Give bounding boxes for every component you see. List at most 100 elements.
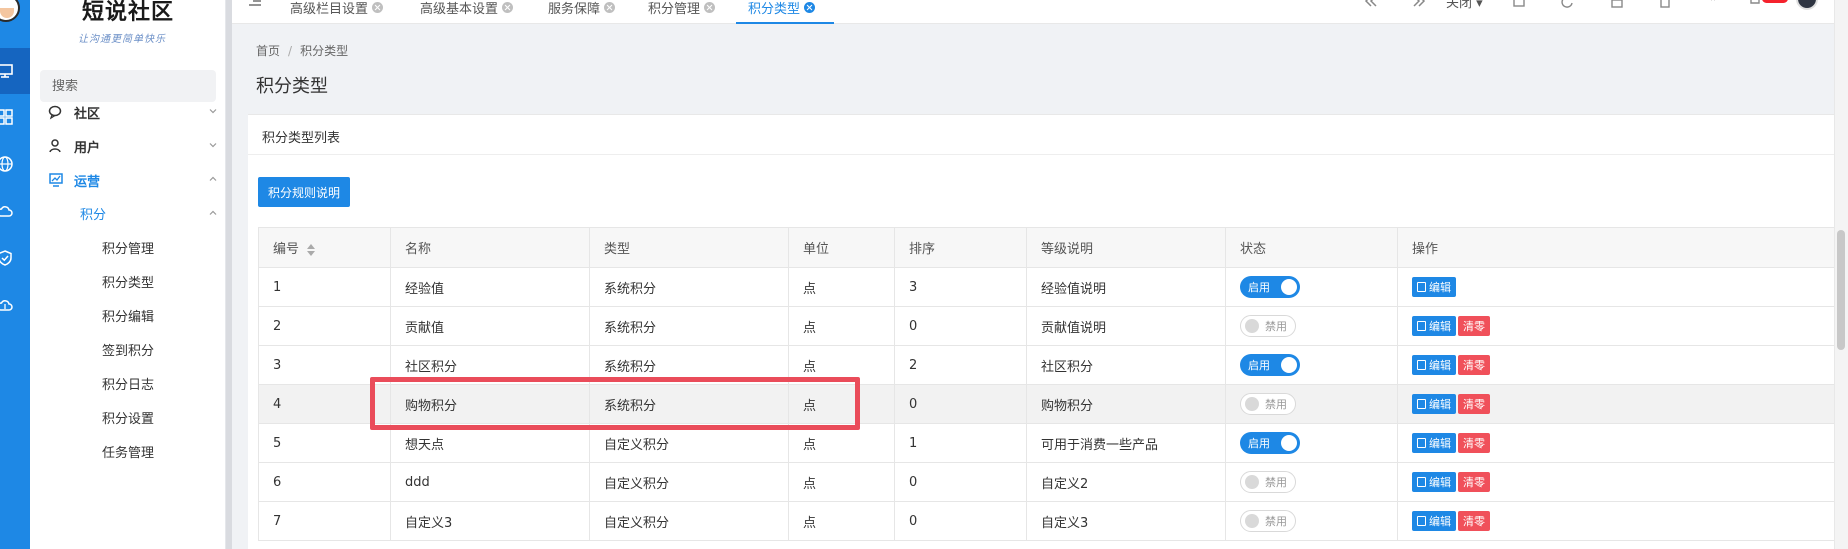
edit-button[interactable]: 编辑	[1412, 472, 1456, 492]
edit-button[interactable]: 编辑	[1412, 394, 1456, 414]
status-toggle[interactable]: 启用	[1240, 354, 1300, 376]
col-header-level-desc: 等级说明	[1026, 227, 1226, 268]
col-header-name: 名称	[390, 227, 590, 268]
cloud-icon[interactable]	[0, 188, 30, 234]
clear-button[interactable]: 清零	[1458, 355, 1490, 375]
status-toggle[interactable]: 禁用	[1240, 510, 1296, 532]
edit-button[interactable]: 编辑	[1412, 277, 1456, 297]
points-rules-button[interactable]: 积分规则说明	[258, 177, 350, 207]
monitor-icon[interactable]	[0, 48, 30, 94]
breadcrumb-current: 积分类型	[300, 44, 349, 58]
tab-advanced-column-settings[interactable]: 高级栏目设置	[290, 0, 384, 22]
scrollbar-thumb[interactable]	[1837, 230, 1845, 350]
sidebar-leaf-task-manage[interactable]: 任务管理	[102, 436, 154, 466]
table-row: 4 购物积分 系统积分点 0 购物积分 禁用 编辑 清零	[258, 384, 1848, 424]
sidebar-leaf-checkin-points[interactable]: 签到积分	[102, 334, 154, 364]
shield-icon[interactable]	[0, 235, 30, 281]
status-toggle[interactable]: 启用	[1240, 432, 1300, 454]
table-body: 1 经验值 系统积分点 3 经验值说明 启用 编辑 2 贡献值 系统积分点 0 贡献值说明 禁用 编辑 清零…	[258, 267, 1848, 541]
close-icon[interactable]	[704, 1, 716, 13]
toggle-label: 禁用	[1265, 398, 1287, 411]
cell-id: 2	[258, 306, 391, 346]
toggle-knob	[1281, 279, 1297, 295]
cell-level-desc: 购物积分	[1026, 384, 1226, 424]
close-tabs-dropdown[interactable]: 关闭 ▾	[1446, 0, 1483, 11]
edit-icon	[1417, 360, 1426, 370]
clear-button[interactable]: 清零	[1458, 394, 1490, 414]
panel-header: 积分类型列表	[248, 115, 1848, 155]
edit-icon	[1417, 399, 1426, 409]
sidebar-leaf-points-type[interactable]: 积分类型	[102, 266, 154, 296]
clear-button[interactable]: 清零	[1458, 472, 1490, 492]
toggle-knob	[1281, 435, 1297, 451]
clear-button[interactable]: 清零	[1458, 316, 1490, 336]
scroll-left-icon[interactable]	[1364, 0, 1378, 8]
sidebar-item-community[interactable]: 社区	[48, 97, 218, 127]
sidebar-item-operations[interactable]: 运营	[48, 165, 218, 195]
close-icon[interactable]	[372, 1, 384, 13]
table-row: 5 想天点 自定义积分点 1 可用于消费一些产品 启用 编辑 清零	[258, 423, 1848, 463]
sidebar-subitem-points[interactable]: 积分	[80, 198, 217, 228]
cell-unit: 点	[788, 345, 895, 385]
close-icon[interactable]	[804, 1, 816, 13]
tab-points-manage[interactable]: 积分管理	[648, 0, 716, 22]
tab-label: 积分管理	[648, 1, 701, 17]
tab-label: 积分类型	[748, 1, 801, 17]
col-header-id[interactable]: 编号	[258, 227, 391, 268]
tab-service-guarantee[interactable]: 服务保障	[548, 0, 616, 22]
sidebar-leaf-points-log[interactable]: 积分日志	[102, 368, 154, 398]
cell-name: 想天点	[390, 423, 590, 463]
status-toggle[interactable]: 禁用	[1240, 393, 1296, 415]
mobile-icon[interactable]	[1658, 0, 1672, 8]
sidebar-item-label: 用户	[74, 140, 101, 156]
edit-button[interactable]: 编辑	[1412, 511, 1456, 531]
edit-icon	[1417, 282, 1426, 292]
cloud-sync-icon[interactable]	[0, 282, 30, 328]
cell-type: 自定义积分	[589, 501, 789, 541]
clear-button[interactable]: 清零	[1458, 511, 1490, 531]
refresh-icon[interactable]	[1560, 0, 1574, 8]
grid-icon[interactable]	[0, 94, 30, 140]
close-tabs-label: 关闭	[1446, 0, 1473, 11]
edit-button[interactable]: 编辑	[1412, 355, 1456, 375]
sidebar-leaf-points-edit[interactable]: 积分编辑	[102, 300, 154, 330]
tab-advanced-basic-settings[interactable]: 高级基本设置	[420, 0, 514, 22]
close-icon[interactable]	[604, 1, 616, 13]
status-toggle[interactable]: 禁用	[1240, 315, 1296, 337]
status-toggle[interactable]: 启用	[1240, 276, 1300, 298]
bell-icon[interactable]	[1748, 0, 1762, 8]
cell-actions: 编辑 清零	[1397, 501, 1848, 541]
edit-button[interactable]: 编辑	[1412, 316, 1456, 336]
close-icon[interactable]	[502, 1, 514, 13]
fullscreen-icon[interactable]	[1512, 0, 1526, 8]
chat-icon	[48, 105, 62, 120]
tab-points-type[interactable]: 积分类型	[748, 0, 816, 22]
avatar[interactable]	[0, 0, 20, 22]
sort-icon[interactable]	[307, 243, 316, 256]
table-row: 2 贡献值 系统积分点 0 贡献值说明 禁用 编辑 清零	[258, 306, 1848, 346]
edit-button[interactable]: 编辑	[1412, 433, 1456, 453]
cell-sort: 0	[894, 306, 1027, 346]
lock-icon[interactable]	[1610, 0, 1624, 8]
sidebar-item-users[interactable]: 用户	[48, 131, 218, 161]
globe-icon[interactable]	[0, 141, 30, 187]
sidebar-leaf-points-manage[interactable]: 积分管理	[102, 232, 154, 262]
cell-actions: 编辑 清零	[1397, 345, 1848, 385]
cell-sort: 0	[894, 501, 1027, 541]
status-toggle[interactable]: 禁用	[1240, 471, 1296, 493]
tab-label: 高级基本设置	[420, 1, 499, 17]
edit-button-label: 编辑	[1429, 476, 1451, 489]
breadcrumb-home[interactable]: 首页	[256, 44, 280, 58]
edit-button-label: 编辑	[1429, 320, 1451, 333]
points-type-table: 编号 名称 类型 单位 排序 等级说明 状态 操作 1 经验值 系统积分点 3 经验值说…	[258, 227, 1848, 541]
search-input[interactable]	[52, 78, 222, 94]
expand-icon[interactable]	[1706, 0, 1720, 8]
tab-label: 高级栏目设置	[290, 1, 369, 17]
scroll-right-icon[interactable]	[1412, 0, 1426, 8]
clear-button[interactable]: 清零	[1458, 433, 1490, 453]
cell-sort: 2	[894, 345, 1027, 385]
cell-name: 经验值	[390, 267, 590, 307]
col-header-sort: 排序	[894, 227, 1027, 268]
menu-toggle-icon[interactable]	[248, 0, 262, 8]
sidebar-leaf-points-settings[interactable]: 积分设置	[102, 402, 154, 432]
